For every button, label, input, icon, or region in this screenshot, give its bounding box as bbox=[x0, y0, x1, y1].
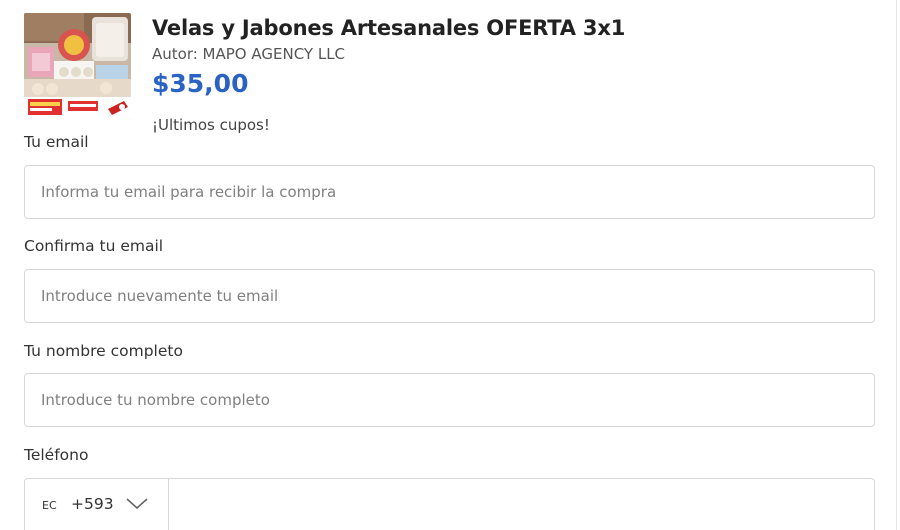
confirm-email-label: Confirma tu email bbox=[24, 237, 164, 255]
stock-note: ¡Ultimos cupos! bbox=[152, 116, 270, 134]
phone-input[interactable] bbox=[170, 479, 874, 530]
product-thumbnail bbox=[24, 13, 131, 120]
checkout-panel: Velas y Jabones Artesanales OFERTA 3x1 A… bbox=[0, 0, 897, 530]
phone-label: Teléfono bbox=[24, 446, 89, 464]
chevron-down-icon bbox=[125, 497, 149, 516]
product-title: Velas y Jabones Artesanales OFERTA 3x1 bbox=[152, 16, 626, 40]
confirm-email-field[interactable] bbox=[24, 269, 875, 323]
phone-field-group: EC +593 bbox=[24, 478, 875, 530]
email-field[interactable] bbox=[24, 165, 875, 219]
product-author: Autor: MAPO AGENCY LLC bbox=[152, 45, 346, 63]
email-label: Tu email bbox=[24, 133, 89, 151]
dial-code: +593 bbox=[71, 495, 114, 513]
country-code: EC bbox=[42, 499, 57, 512]
full-name-field[interactable] bbox=[24, 373, 875, 427]
full-name-label: Tu nombre completo bbox=[24, 342, 183, 360]
product-thumbnail-image bbox=[24, 13, 131, 120]
country-code-select[interactable]: EC +593 bbox=[25, 479, 169, 530]
product-price: $35,00 bbox=[152, 69, 249, 98]
